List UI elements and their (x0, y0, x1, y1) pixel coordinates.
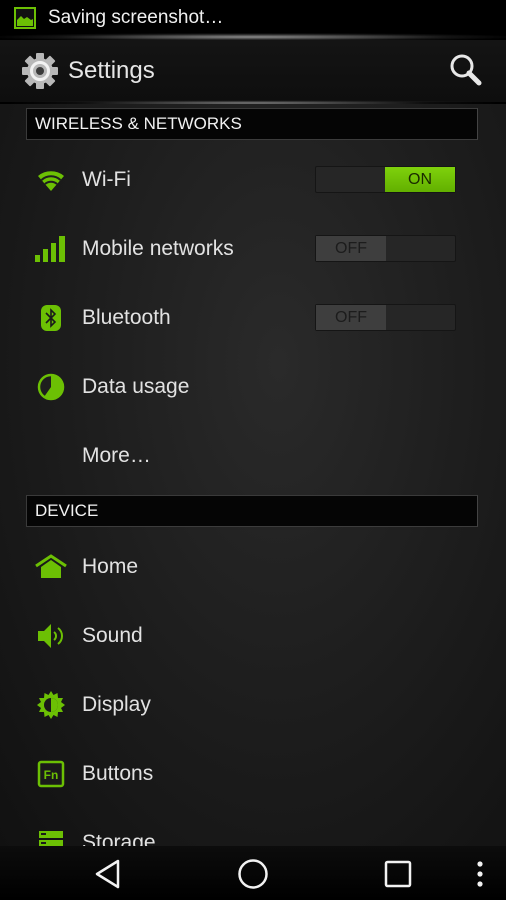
bluetooth-toggle[interactable]: OFF (315, 304, 456, 331)
recents-icon (384, 860, 412, 888)
settings-item-display[interactable]: Display (0, 670, 506, 739)
settings-list: WIRELESS & NETWORKS Wi-Fi ON Mobile netw… (0, 104, 506, 846)
page-title: Settings (68, 57, 155, 84)
speaker-icon (34, 619, 68, 653)
section-header-label: DEVICE (35, 501, 99, 520)
status-bar: Saving screenshot… (0, 0, 506, 36)
toggle-state: OFF (316, 305, 386, 330)
storage-icon (34, 826, 68, 846)
settings-item-bluetooth[interactable]: Bluetooth OFF (0, 283, 506, 352)
signal-bars-icon (34, 232, 68, 266)
brightness-icon (34, 688, 68, 722)
settings-item-label: Bluetooth (82, 305, 171, 329)
settings-item-sound[interactable]: Sound (0, 601, 506, 670)
settings-item-label: Home (82, 554, 139, 578)
back-button[interactable] (90, 856, 126, 892)
action-bar: Settings (0, 40, 506, 102)
section-header-device: DEVICE (26, 495, 478, 527)
settings-item-wifi[interactable]: Wi-Fi ON (0, 145, 506, 214)
overflow-menu-icon (477, 861, 483, 887)
search-icon[interactable] (448, 52, 484, 88)
section-header-wireless: WIRELESS & NETWORKS (26, 108, 478, 140)
data-usage-icon (34, 370, 68, 404)
settings-item-label: Mobile networks (82, 236, 234, 260)
fn-key-icon: Fn (34, 757, 68, 791)
settings-item-data-usage[interactable]: Data usage (0, 352, 506, 421)
settings-item-label: Buttons (82, 761, 154, 785)
gear-icon[interactable] (20, 51, 60, 91)
recents-button[interactable] (380, 856, 416, 892)
settings-item-label: Storage (82, 830, 156, 847)
settings-item-label: Sound (82, 623, 143, 647)
settings-item-storage[interactable]: Storage (0, 808, 506, 846)
settings-item-label: Wi-Fi (82, 167, 131, 191)
home-icon (34, 550, 68, 584)
navigation-bar (0, 846, 506, 900)
toggle-state: OFF (316, 236, 386, 261)
settings-item-buttons[interactable]: Fn Buttons (0, 739, 506, 808)
screenshot-image-icon (14, 7, 36, 29)
mobile-networks-toggle[interactable]: OFF (315, 235, 456, 262)
section-header-label: WIRELESS & NETWORKS (35, 114, 242, 133)
settings-item-mobile-networks[interactable]: Mobile networks OFF (0, 214, 506, 283)
settings-item-more[interactable]: More… (0, 421, 506, 490)
wifi-toggle[interactable]: ON (315, 166, 456, 193)
toggle-state: ON (385, 167, 455, 192)
notification-text: Saving screenshot… (48, 7, 224, 28)
back-icon (95, 859, 120, 889)
settings-item-home[interactable]: Home (0, 532, 506, 601)
home-button[interactable] (235, 856, 271, 892)
overflow-menu-button[interactable] (462, 856, 498, 892)
settings-item-label: Data usage (82, 374, 190, 398)
svg-text:Fn: Fn (44, 768, 59, 782)
settings-item-label: Display (82, 692, 151, 716)
bluetooth-icon (34, 301, 68, 335)
settings-item-label: More… (82, 443, 151, 467)
wifi-icon (34, 163, 68, 197)
home-circle-icon (238, 859, 268, 889)
